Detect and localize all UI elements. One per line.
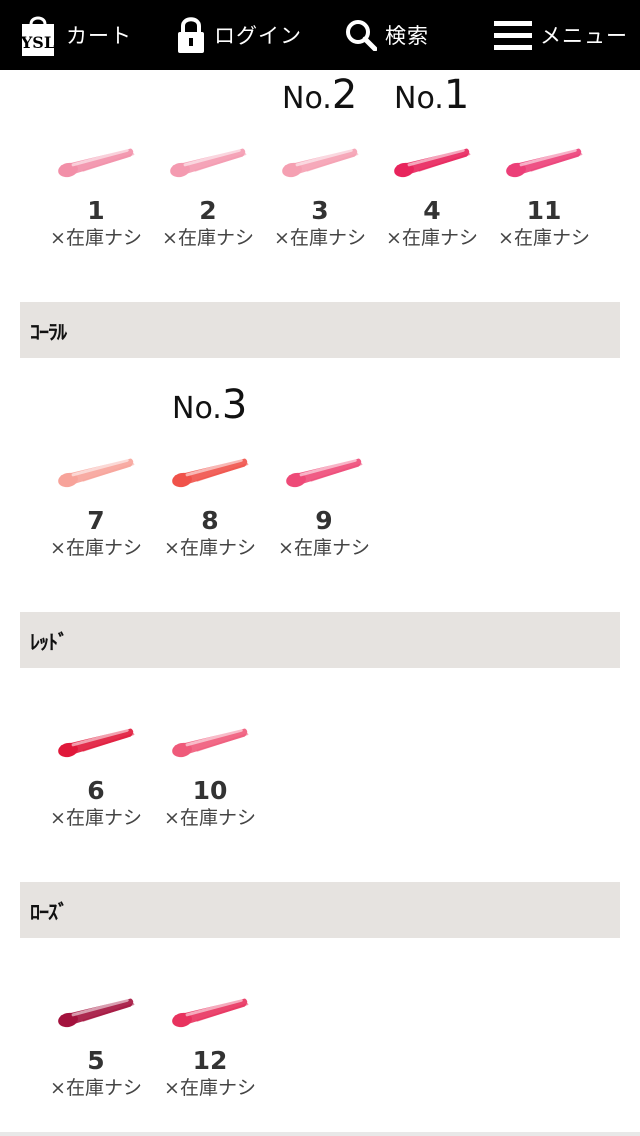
rank-prefix: No. — [172, 391, 222, 426]
swatch-number: 12 — [192, 1046, 228, 1075]
lipstick-swatch-icon — [172, 458, 249, 488]
stock-status: ×在庫ナシ — [50, 227, 142, 249]
swatch-item[interactable]: 12 ×在庫ナシ — [160, 988, 260, 1100]
stock-status: ×在庫ナシ — [386, 227, 478, 249]
rank-label-no2: No.2 — [282, 72, 357, 118]
shopping-bag-icon: YSL — [18, 12, 58, 58]
swatch-number: 3 — [311, 196, 329, 225]
swatch-number: 8 — [201, 506, 219, 535]
swatch-number: 9 — [315, 506, 333, 535]
lipstick-swatch-icon — [286, 458, 363, 488]
stock-status: ×在庫ナシ — [164, 537, 256, 559]
rank-label-no1: No.1 — [394, 72, 469, 118]
swatch-item[interactable]: 1 ×在庫ナシ — [46, 138, 146, 250]
section-title: ｺｰﾗﾙ — [30, 320, 67, 344]
rank-prefix: No. — [394, 81, 444, 116]
swatch-number: 11 — [526, 196, 562, 225]
rank-prefix: No. — [282, 81, 332, 116]
rank-number: 1 — [443, 72, 470, 118]
swatch-item[interactable]: 6 ×在庫ナシ — [46, 718, 146, 830]
bottom-divider — [0, 1132, 640, 1136]
lipstick-swatch-icon — [506, 148, 583, 178]
swatch-number: 2 — [199, 196, 217, 225]
rank-number: 2 — [331, 72, 358, 118]
rank-label-no3: No.3 — [172, 382, 247, 428]
swatch-item[interactable]: 9 ×在庫ナシ — [274, 448, 374, 560]
lock-icon — [176, 15, 206, 55]
swatch-number: 4 — [423, 196, 441, 225]
hamburger-menu-icon — [494, 19, 532, 51]
login-label: ログイン — [214, 24, 302, 48]
lipstick-swatch-icon — [58, 148, 135, 178]
swatch-item[interactable]: 3 ×在庫ナシ — [270, 138, 370, 250]
swatch-number: 5 — [87, 1046, 105, 1075]
menu-label: メニュー — [540, 24, 628, 48]
swatch-number: 1 — [87, 196, 105, 225]
swatch-item[interactable]: 4 ×在庫ナシ — [382, 138, 482, 250]
lipstick-swatch-icon — [282, 148, 359, 178]
swatch-number: 10 — [192, 776, 228, 805]
stock-status: ×在庫ナシ — [278, 537, 370, 559]
swatch-item[interactable]: 5 ×在庫ナシ — [46, 988, 146, 1100]
top-header: YSL カート ログイン 検索 メニュー — [0, 0, 640, 70]
lipstick-swatch-icon — [172, 728, 249, 758]
stock-status: ×在庫ナシ — [498, 227, 590, 249]
stock-status: ×在庫ナシ — [164, 807, 256, 829]
search-button[interactable]: 検索 — [345, 0, 429, 70]
swatch-item[interactable]: 11 ×在庫ナシ — [494, 138, 594, 250]
menu-button[interactable]: メニュー — [494, 0, 628, 70]
section-title: ﾚｯﾄﾞ — [30, 630, 68, 654]
swatch-number: 7 — [87, 506, 105, 535]
section-header-coral: ｺｰﾗﾙ — [20, 302, 620, 358]
stock-status: ×在庫ナシ — [50, 537, 142, 559]
lipstick-swatch-icon — [394, 148, 471, 178]
stock-status: ×在庫ナシ — [162, 227, 254, 249]
cart-button[interactable]: YSL カート — [18, 0, 132, 70]
cart-label: カート — [66, 24, 132, 48]
stock-status: ×在庫ナシ — [274, 227, 366, 249]
swatch-item[interactable]: 7 ×在庫ナシ — [46, 448, 146, 560]
rank-number: 3 — [221, 382, 248, 428]
swatch-number: 6 — [87, 776, 105, 805]
lipstick-swatch-icon — [58, 458, 135, 488]
stock-status: ×在庫ナシ — [50, 807, 142, 829]
swatch-item[interactable]: 8 ×在庫ナシ — [160, 448, 260, 560]
swatch-item[interactable]: 10 ×在庫ナシ — [160, 718, 260, 830]
section-header-rose: ﾛｰｽﾞ — [20, 882, 620, 938]
swatch-item[interactable]: 2 ×在庫ナシ — [158, 138, 258, 250]
brand-logo: YSL — [20, 33, 55, 52]
lipstick-swatch-icon — [172, 998, 249, 1028]
lipstick-swatch-icon — [58, 728, 135, 758]
stock-status: ×在庫ナシ — [164, 1077, 256, 1099]
lipstick-swatch-icon — [58, 998, 135, 1028]
search-icon — [345, 19, 377, 51]
search-label: 検索 — [385, 24, 429, 48]
lipstick-swatch-icon — [170, 148, 247, 178]
section-title: ﾛｰｽﾞ — [30, 900, 68, 924]
stock-status: ×在庫ナシ — [50, 1077, 142, 1099]
login-button[interactable]: ログイン — [176, 0, 302, 70]
section-header-red: ﾚｯﾄﾞ — [20, 612, 620, 668]
